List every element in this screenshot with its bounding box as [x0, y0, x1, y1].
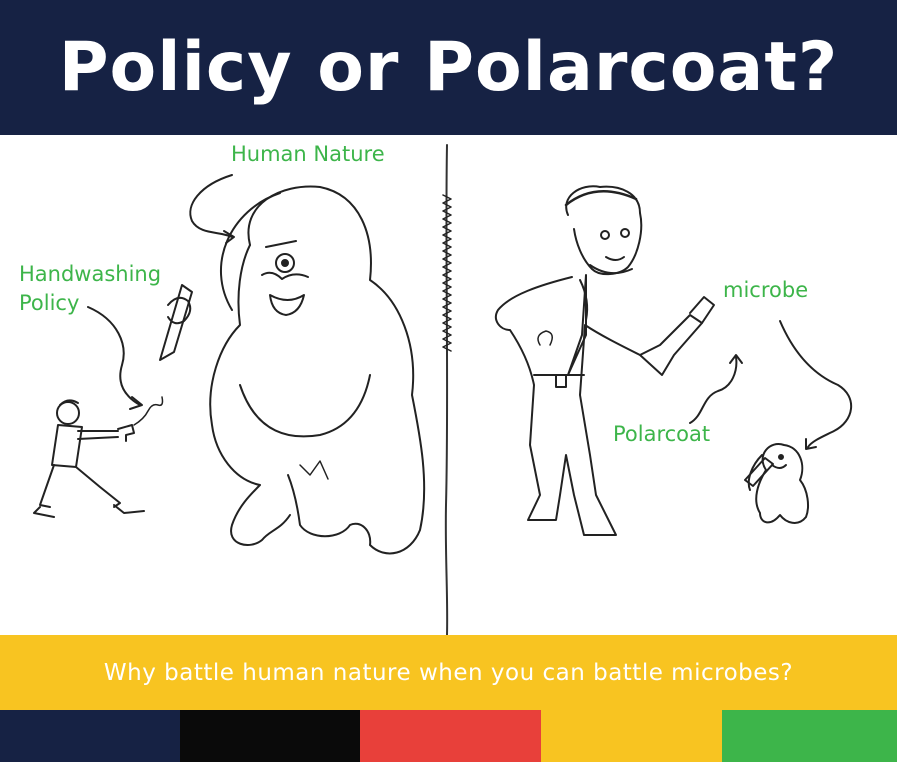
label-human-nature: Human Nature	[231, 142, 385, 166]
arrow-to-brush	[689, 354, 743, 424]
stripe-green	[722, 710, 897, 762]
infographic: Policy or Polarcoat? Human Nature Handwa…	[0, 0, 897, 762]
arrow-to-pistol	[87, 306, 143, 410]
label-handwashing-policy: Handwashing Policy	[19, 262, 162, 315]
label-microbe: microbe	[723, 278, 809, 302]
tagline-banner: Why battle human nature when you can bat…	[0, 635, 897, 710]
divider-line	[444, 144, 449, 635]
tagline-text: Why battle human nature when you can bat…	[103, 659, 794, 686]
man-with-paintbrush-icon	[494, 185, 715, 536]
stripe-red	[360, 710, 541, 762]
arrow-to-monster	[189, 174, 235, 244]
page-title: Policy or Polarcoat?	[58, 27, 839, 107]
stripe-yellow	[541, 710, 722, 762]
arrow-to-microbe	[779, 320, 853, 450]
small-microbe-monster-icon	[744, 443, 809, 524]
color-stripes	[0, 710, 897, 762]
stripe-navy	[0, 710, 180, 762]
man-with-water-pistol-icon	[33, 396, 164, 518]
illustration-panel: Human Nature Handwashing Policy microbe …	[0, 135, 897, 635]
header-bar: Policy or Polarcoat?	[0, 0, 897, 135]
stripe-black	[180, 710, 360, 762]
human-nature-monster-icon	[159, 185, 426, 555]
label-polarcoat: Polarcoat	[613, 422, 711, 446]
